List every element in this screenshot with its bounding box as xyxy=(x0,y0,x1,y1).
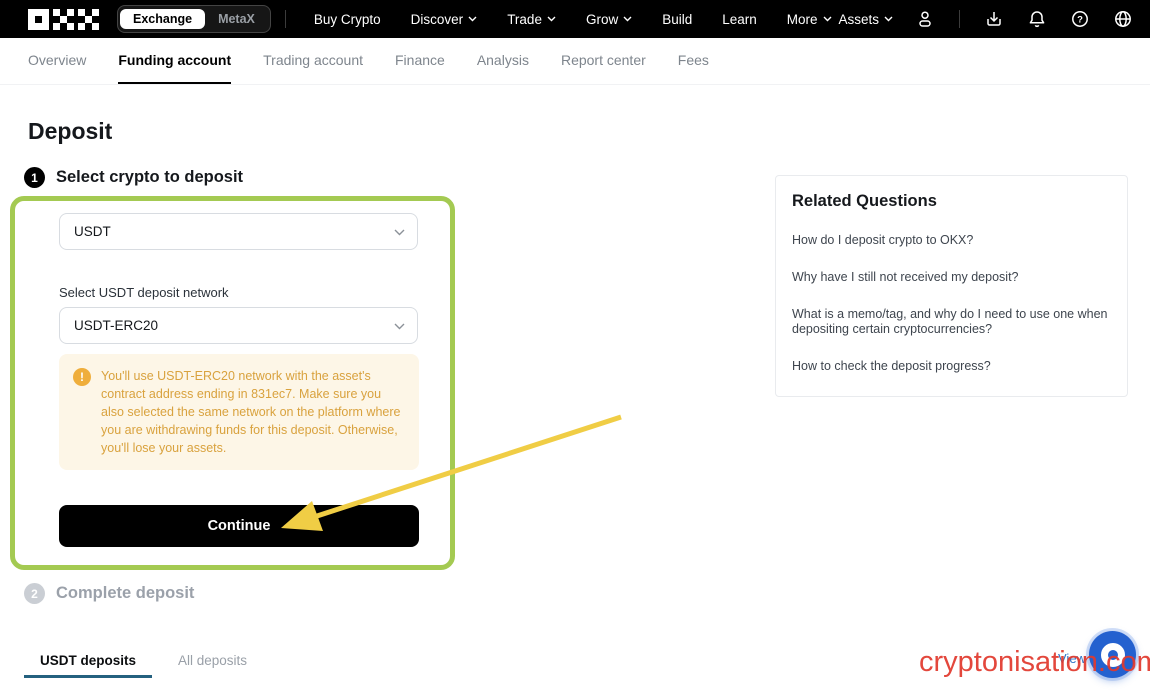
subnav-fees[interactable]: Fees xyxy=(678,38,709,84)
help-icon[interactable]: ? xyxy=(1069,8,1091,30)
page-title: Deposit xyxy=(28,118,112,145)
related-question-link[interactable]: Why have I still not received my deposit… xyxy=(792,270,1111,285)
chevron-down-icon xyxy=(394,229,403,235)
header-right-cluster: Assets ? xyxy=(838,8,1134,30)
step-1-header: 1 Select crypto to deposit xyxy=(24,167,243,188)
account-subnav: Overview Funding account Trading account… xyxy=(0,38,1150,85)
nav-grow[interactable]: Grow xyxy=(586,12,632,27)
related-question-link[interactable]: How do I deposit crypto to OKX? xyxy=(792,233,1111,248)
okx-deposit-page: Exchange MetaX Buy Crypto Discover Trade… xyxy=(0,0,1150,695)
warning-text: You'll use USDT-ERC20 network with the a… xyxy=(101,367,405,457)
chevron-down-icon xyxy=(884,16,893,22)
subnav-analysis[interactable]: Analysis xyxy=(477,38,529,84)
nav-build[interactable]: Build xyxy=(662,12,692,27)
crypto-select[interactable]: USDT xyxy=(59,213,418,250)
chevron-down-icon xyxy=(623,16,632,22)
crypto-select-value: USDT xyxy=(74,224,111,239)
step-1-title: Select crypto to deposit xyxy=(56,168,243,187)
okx-logo-k xyxy=(53,9,74,30)
top-navbar: Exchange MetaX Buy Crypto Discover Trade… xyxy=(0,0,1150,38)
step-2-title: Complete deposit xyxy=(56,584,194,603)
svg-text:?: ? xyxy=(1077,14,1083,25)
network-warning: ! You'll use USDT-ERC20 network with the… xyxy=(59,354,419,470)
toggle-metax[interactable]: MetaX xyxy=(205,9,268,29)
chevron-down-icon xyxy=(547,16,556,22)
product-toggle: Exchange MetaX xyxy=(117,5,271,33)
chevron-down-icon xyxy=(823,16,832,22)
related-questions-card: Related Questions How do I deposit crypt… xyxy=(775,175,1128,397)
toggle-exchange[interactable]: Exchange xyxy=(120,9,205,29)
nav-buy-crypto[interactable]: Buy Crypto xyxy=(314,12,381,27)
globe-icon[interactable] xyxy=(1112,8,1134,30)
step-1-number: 1 xyxy=(24,167,45,188)
subnav-funding-account[interactable]: Funding account xyxy=(118,38,231,84)
deposit-form-highlight-box: USDT Select USDT deposit network USDT-ER… xyxy=(10,196,455,570)
main-nav: Buy Crypto Discover Trade Grow Build Lea… xyxy=(314,12,832,27)
network-select-value: USDT-ERC20 xyxy=(74,318,158,333)
nav-divider xyxy=(285,10,286,28)
network-select[interactable]: USDT-ERC20 xyxy=(59,307,418,344)
related-question-link[interactable]: How to check the deposit progress? xyxy=(792,359,1111,374)
nav-learn[interactable]: Learn xyxy=(722,12,757,27)
deposits-tabs: USDT deposits All deposits xyxy=(24,645,263,678)
warning-icon: ! xyxy=(73,368,91,386)
okx-logo[interactable] xyxy=(28,9,99,30)
chevron-down-icon xyxy=(468,16,477,22)
step-2-number: 2 xyxy=(24,583,45,604)
nav-assets[interactable]: Assets xyxy=(838,12,893,27)
step-2-header: 2 Complete deposit xyxy=(24,583,194,604)
okx-logo-o xyxy=(28,9,49,30)
chevron-down-icon xyxy=(394,323,403,329)
network-select-label: Select USDT deposit network xyxy=(59,285,229,300)
chat-logo-icon xyxy=(1101,643,1125,667)
subnav-overview[interactable]: Overview xyxy=(28,38,86,84)
tab-all-deposits[interactable]: All deposits xyxy=(162,645,263,678)
support-chat-button[interactable] xyxy=(1089,631,1136,678)
okx-logo-x xyxy=(78,9,99,30)
nav-discover[interactable]: Discover xyxy=(411,12,478,27)
related-question-link[interactable]: What is a memo/tag, and why do I need to… xyxy=(792,307,1111,337)
subnav-finance[interactable]: Finance xyxy=(395,38,445,84)
nav-more[interactable]: More xyxy=(787,12,832,27)
subnav-report-center[interactable]: Report center xyxy=(561,38,646,84)
nav-trade[interactable]: Trade xyxy=(507,12,556,27)
icons-divider xyxy=(959,10,960,28)
continue-button[interactable]: Continue xyxy=(59,505,419,547)
tab-usdt-deposits[interactable]: USDT deposits xyxy=(24,645,152,678)
related-questions-title: Related Questions xyxy=(792,192,1111,211)
user-icon[interactable] xyxy=(914,8,936,30)
subnav-trading-account[interactable]: Trading account xyxy=(263,38,363,84)
download-icon[interactable] xyxy=(983,8,1005,30)
bell-icon[interactable] xyxy=(1026,8,1048,30)
